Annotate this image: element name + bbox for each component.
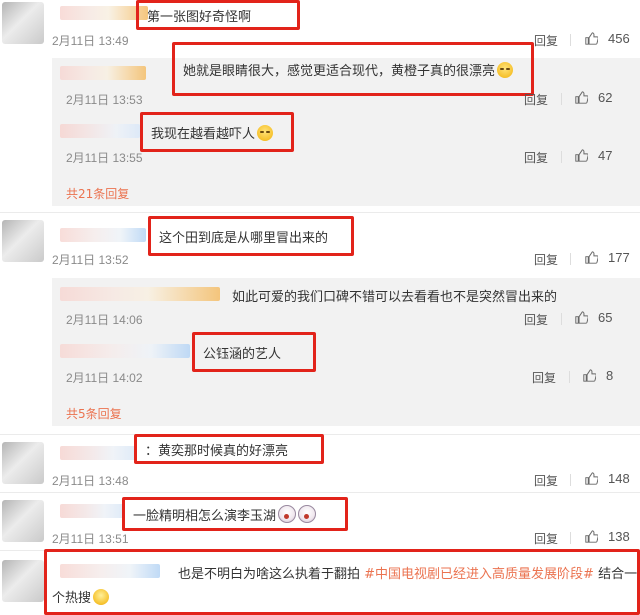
separator [570, 34, 571, 46]
username-blurred[interactable] [60, 228, 146, 242]
reply-button[interactable]: 回复 [524, 311, 548, 328]
comment-text-highlight [44, 549, 640, 615]
like-count: 456 [608, 31, 630, 46]
comment-text: 也是不明白为啥这么执着于翻拍 #中国电视剧已经进入高质量发展阶段# 结合一 [178, 567, 638, 582]
reply-button[interactable]: 回复 [524, 91, 548, 108]
comment-text: 这个田到底是从哪里冒出来的 [159, 230, 329, 246]
avatar[interactable] [2, 442, 44, 484]
like-count: 65 [598, 310, 613, 325]
separator [570, 474, 571, 486]
reply-button[interactable]: 回复 [534, 472, 558, 489]
username-blurred[interactable] [60, 124, 140, 138]
comment-text: 第一张图好奇怪啊 [147, 9, 252, 25]
comment-time: 2月11日 13:53 [66, 93, 143, 107]
like-count: 177 [608, 250, 630, 265]
divider [0, 212, 640, 213]
more-replies-link[interactable]: 共21条回复 [66, 185, 129, 202]
comment-text-highlight: ：黄奕那时候真的好漂亮 [134, 434, 324, 464]
like-button[interactable]: 148 [585, 471, 630, 486]
comment-text-highlight: 我现在越看越吓人 [140, 112, 294, 152]
like-count: 148 [608, 471, 630, 486]
like-button[interactable]: 456 [585, 31, 630, 46]
thumbs-up-icon [575, 91, 589, 104]
laugh-cry-emoji [497, 61, 514, 78]
separator [561, 313, 562, 325]
avatar[interactable] [2, 500, 44, 542]
thumbs-up-icon [575, 149, 589, 162]
username-blurred[interactable] [60, 287, 220, 301]
shock-emoji [298, 504, 317, 523]
reply-button[interactable]: 回复 [524, 149, 548, 166]
separator [570, 532, 571, 544]
shock-emoji [278, 504, 297, 523]
avatar[interactable] [2, 220, 44, 262]
comment-time: 2月11日 13:52 [52, 253, 129, 267]
comment-text: 公钰涵的艺人 [203, 346, 282, 362]
separator [561, 93, 562, 105]
comment-text-continued: 个热搜 [52, 587, 110, 606]
thinking-emoji [93, 589, 110, 605]
comment-time: 2月11日 13:48 [52, 474, 129, 488]
avatar[interactable] [2, 560, 44, 602]
thumbs-up-icon [575, 311, 589, 324]
username-blurred[interactable] [60, 344, 190, 358]
reply-button[interactable]: 回复 [534, 32, 558, 49]
comment-text-highlight: 一脸精明相怎么演李玉湖 [122, 497, 348, 531]
like-button[interactable]: 138 [585, 529, 630, 544]
comment-time: 2月11日 14:06 [66, 313, 143, 327]
comment-text: 她就是眼睛很大，感觉更适合现代，黄橙子真的很漂亮 [183, 60, 514, 79]
comment-text-highlight: 第一张图好奇怪啊 [136, 0, 300, 30]
divider [0, 492, 640, 493]
reply-button[interactable]: 回复 [534, 530, 558, 547]
like-button[interactable]: 47 [575, 148, 612, 163]
reply-button[interactable]: 回复 [534, 251, 558, 268]
thumbs-up-icon [585, 530, 599, 543]
comment-time: 2月11日 14:02 [66, 371, 143, 385]
like-button[interactable]: 65 [575, 310, 612, 325]
separator [561, 151, 562, 163]
username-blurred[interactable] [60, 6, 148, 20]
username-blurred[interactable] [60, 66, 146, 80]
comment-text-highlight: 公钰涵的艺人 [192, 332, 316, 372]
comment-text-highlight: 她就是眼睛很大，感觉更适合现代，黄橙子真的很漂亮 [172, 42, 534, 96]
comment-time: 2月11日 13:51 [52, 532, 129, 546]
comment-text: 一脸精明相怎么演李玉湖 [133, 504, 317, 524]
laugh-cry-emoji [257, 124, 274, 141]
comment-text: 我现在越看越吓人 [151, 123, 274, 142]
separator [570, 253, 571, 265]
comment-time: 2月11日 13:49 [52, 34, 129, 48]
comment-text-highlight: 这个田到底是从哪里冒出来的 [148, 216, 354, 256]
thumbs-up-icon [585, 251, 599, 264]
like-button[interactable]: 62 [575, 90, 612, 105]
more-replies-link[interactable]: 共5条回复 [66, 405, 122, 422]
like-count: 138 [608, 529, 630, 544]
like-count: 47 [598, 148, 613, 163]
thumbs-up-icon [583, 369, 597, 382]
username-blurred[interactable] [60, 564, 160, 578]
like-button[interactable]: 177 [585, 250, 630, 265]
comment-time: 2月11日 13:55 [66, 151, 143, 165]
thumbs-up-icon [585, 32, 599, 45]
username-blurred[interactable] [60, 446, 136, 460]
hashtag-link[interactable]: #中国电视剧已经进入高质量发展阶段# [364, 567, 594, 582]
like-count: 62 [598, 90, 613, 105]
separator [569, 371, 570, 383]
username-blurred[interactable] [60, 504, 124, 518]
avatar[interactable] [2, 2, 44, 44]
like-button[interactable]: 8 [583, 368, 613, 383]
thumbs-up-icon [585, 472, 599, 485]
comment-text: 如此可爱的我们口碑不错可以去看看也不是突然冒出来的 [232, 290, 558, 305]
reply-button[interactable]: 回复 [532, 369, 556, 386]
comment-text: ：黄奕那时候真的好漂亮 [145, 443, 289, 459]
like-count: 8 [606, 368, 614, 383]
